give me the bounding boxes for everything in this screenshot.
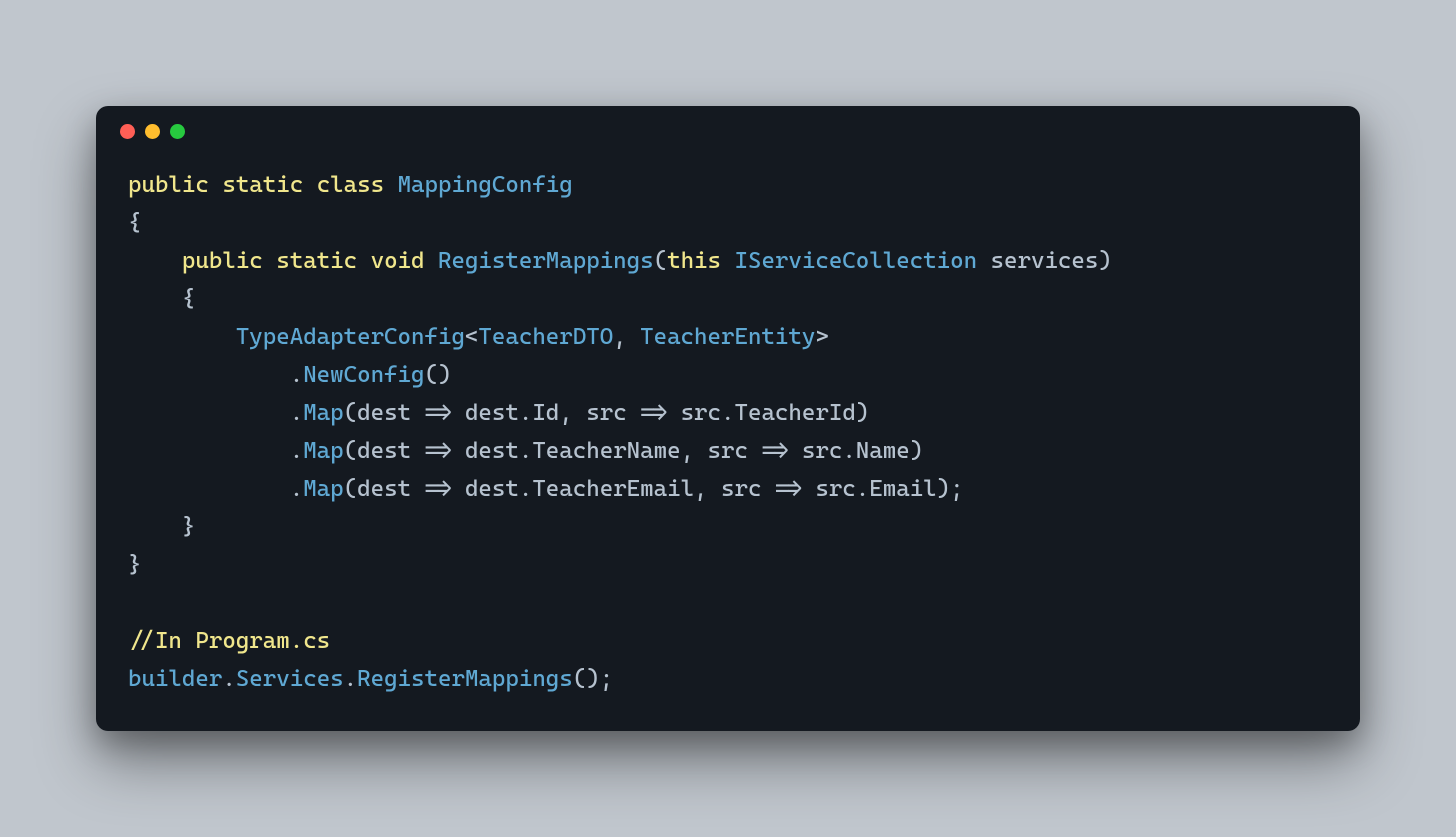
variable: dest — [357, 400, 411, 426]
dot: . — [856, 476, 869, 502]
brace: } — [128, 552, 141, 578]
arrow: => — [748, 438, 802, 464]
arrow: => — [411, 400, 465, 426]
paren: ); — [937, 476, 964, 502]
property: TeacherName — [532, 438, 680, 464]
code-line — [128, 585, 1328, 623]
variable: dest — [465, 400, 519, 426]
comma: , — [694, 476, 721, 502]
variable: src — [802, 438, 842, 464]
variable: dest — [357, 438, 411, 464]
variable: src — [815, 476, 855, 502]
dot: . — [519, 400, 532, 426]
brace: { — [128, 210, 141, 236]
variable: dest — [357, 476, 411, 502]
paren: ( — [344, 400, 357, 426]
keyword: static — [276, 248, 357, 274]
variable: src — [721, 476, 761, 502]
brace: } — [182, 514, 195, 540]
method-name: Map — [303, 476, 343, 502]
type-name: TeacherDTO — [478, 324, 613, 350]
code-line: { — [128, 205, 1328, 243]
type-name: MappingConfig — [398, 172, 573, 198]
parens: () — [425, 362, 452, 388]
dot: . — [290, 438, 303, 464]
angle-bracket: > — [815, 324, 828, 350]
code-line: public static class MappingConfig — [128, 167, 1328, 205]
keyword: void — [371, 248, 425, 274]
property: TeacherEmail — [532, 476, 694, 502]
code-line: } — [128, 547, 1328, 585]
variable: dest — [465, 438, 519, 464]
variable: src — [586, 400, 626, 426]
dot: . — [344, 666, 357, 692]
keyword: public — [128, 172, 209, 198]
code-line: .Map(dest => dest.TeacherEmail, src => s… — [128, 471, 1328, 509]
paren: ) — [1098, 248, 1111, 274]
dot: . — [721, 400, 734, 426]
comma: , — [681, 438, 708, 464]
paren: ( — [344, 476, 357, 502]
paren: ( — [344, 438, 357, 464]
paren: ( — [654, 248, 667, 274]
method-name: RegisterMappings — [357, 666, 573, 692]
keyword: static — [222, 172, 303, 198]
comment: //In Program.cs — [128, 628, 330, 654]
type-name: IServiceCollection — [734, 248, 977, 274]
code-line: TypeAdapterConfig<TeacherDTO, TeacherEnt… — [128, 319, 1328, 357]
code-line: } — [128, 509, 1328, 547]
keyword: class — [317, 172, 384, 198]
arrow: => — [761, 476, 815, 502]
property: Name — [856, 438, 910, 464]
arrow: => — [411, 438, 465, 464]
window-controls — [96, 106, 1360, 147]
dot: . — [519, 476, 532, 502]
code-line: .Map(dest => dest.TeacherName, src => sr… — [128, 433, 1328, 471]
code-line: .NewConfig() — [128, 357, 1328, 395]
arrow: => — [411, 476, 465, 502]
close-icon[interactable] — [120, 124, 135, 139]
paren: ) — [856, 400, 869, 426]
code-line: //In Program.cs — [128, 623, 1328, 661]
variable: src — [681, 400, 721, 426]
parameter: services — [991, 248, 1099, 274]
paren: ) — [910, 438, 923, 464]
property: TeacherId — [735, 400, 856, 426]
method-name: RegisterMappings — [438, 248, 654, 274]
comma: , — [559, 400, 586, 426]
code-line: builder.Services.RegisterMappings(); — [128, 661, 1328, 699]
code-line: public static void RegisterMappings(this… — [128, 243, 1328, 281]
comma: , — [613, 324, 640, 350]
dot: . — [290, 400, 303, 426]
property: Services — [236, 666, 344, 692]
variable: dest — [465, 476, 519, 502]
dot: . — [519, 438, 532, 464]
code-line: .Map(dest => dest.Id, src => src.Teacher… — [128, 395, 1328, 433]
method-name: Map — [303, 438, 343, 464]
maximize-icon[interactable] — [170, 124, 185, 139]
minimize-icon[interactable] — [145, 124, 160, 139]
code-content: public static class MappingConfig { publ… — [96, 147, 1360, 730]
dot: . — [222, 666, 235, 692]
dot: . — [842, 438, 855, 464]
method-name: Map — [303, 400, 343, 426]
keyword: this — [667, 248, 721, 274]
type-name: TypeAdapterConfig — [236, 324, 465, 350]
parens: (); — [573, 666, 613, 692]
property: Email — [869, 476, 936, 502]
angle-bracket: < — [465, 324, 478, 350]
variable: src — [708, 438, 748, 464]
dot: . — [290, 362, 303, 388]
variable: builder — [128, 666, 222, 692]
keyword: public — [182, 248, 263, 274]
brace: { — [182, 286, 195, 312]
arrow: => — [627, 400, 681, 426]
type-name: TeacherEntity — [640, 324, 815, 350]
dot: . — [290, 476, 303, 502]
method-name: NewConfig — [303, 362, 424, 388]
property: Id — [532, 400, 559, 426]
code-window: public static class MappingConfig { publ… — [96, 106, 1360, 730]
code-line: { — [128, 281, 1328, 319]
